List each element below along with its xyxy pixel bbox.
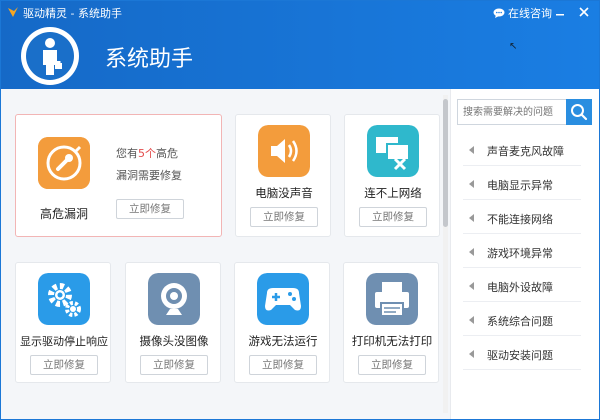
fix-now-button[interactable]: 立即修复 [249,355,317,375]
arrow-left-icon [469,282,474,290]
warn-prefix: 您有 [116,147,138,160]
system-assistant-emblem-icon [21,27,79,85]
page-title: 系统助手 [105,47,194,72]
fix-now-button[interactable]: 立即修复 [116,199,184,219]
minimize-button[interactable] [553,5,567,19]
arrow-left-icon [469,180,474,188]
printer-card: 打印机无法打印 立即修复 [343,262,439,383]
side-item-audio[interactable]: 声音麦克风故障 [463,135,581,166]
search-icon[interactable] [566,99,592,125]
card-label: 电脑没声音 [255,186,313,200]
online-consult-link[interactable]: 在线咨询 [493,5,552,21]
app-logo-icon [8,7,18,17]
card-label: 显示驱动停止响应 [20,335,108,348]
side-item-driver-install[interactable]: 驱动安装问题 [463,339,581,370]
header-banner: 驱动精灵 - 系统助手 在线咨询 系统助手 ↖ [1,1,599,89]
online-consult-label: 在线咨询 [508,7,552,20]
side-item-game-env[interactable]: 游戏环境异常 [463,237,581,268]
side-item-label: 不能连接网络 [487,213,553,226]
fix-now-button[interactable]: 立即修复 [140,355,208,375]
side-item-network[interactable]: 不能连接网络 [463,203,581,234]
search-input[interactable] [457,99,567,125]
side-item-peripheral[interactable]: 电脑外设故障 [463,271,581,302]
fix-now-button[interactable]: 立即修复 [250,207,318,227]
speaker-icon [258,125,310,177]
card-label: 游戏无法运行 [248,334,318,348]
side-item-label: 系统综合问题 [487,315,553,328]
card-label: 打印机无法打印 [351,334,433,348]
side-item-display[interactable]: 电脑显示异常 [463,169,581,200]
gear-icon [38,273,90,325]
mouse-cursor-icon: ↖ [509,41,518,52]
fix-now-button[interactable]: 立即修复 [30,355,98,375]
webcam-icon [148,273,200,325]
title-bar: 驱动精灵 - 系统助手 在线咨询 [1,1,599,23]
card-label: 摄像头没图像 [139,334,209,348]
no-network-card: 连不上网络 立即修复 [344,114,440,237]
arrow-left-icon [469,248,474,256]
gamepad-icon [257,273,309,325]
printer-icon [366,273,418,325]
repair-wrench-icon [38,137,90,189]
side-item-label: 电脑外设故障 [487,281,553,294]
arrow-left-icon [469,316,474,324]
high-risk-label: 高危漏洞 [39,207,88,221]
high-risk-vulnerability-card: 高危漏洞 您有5个高危 漏洞需要修复 立即修复 [15,114,222,237]
arrow-left-icon [469,214,474,222]
warn-line-1: 您有5个高危 [116,145,178,161]
warn-suffix: 高危 [156,147,178,160]
side-item-label: 电脑显示异常 [487,179,553,192]
side-item-label: 游戏环境异常 [487,247,553,260]
card-label: 连不上网络 [364,186,422,200]
fix-now-button[interactable]: 立即修复 [358,355,426,375]
warn-line-2: 漏洞需要修复 [116,169,182,182]
scrollbar-thumb[interactable] [443,99,448,227]
side-item-label: 驱动安装问题 [487,349,553,362]
warn-count: 5个 [138,147,156,160]
side-item-system[interactable]: 系统综合问题 [463,305,581,336]
network-icon [367,125,419,177]
chat-bubble-icon [493,8,505,18]
side-item-label: 声音麦克风故障 [487,145,564,158]
display-driver-card: 显示驱动停止响应 立即修复 [15,262,111,383]
close-button[interactable] [577,5,591,19]
fix-now-button[interactable]: 立即修复 [359,207,427,227]
app-title: 驱动精灵 - 系统助手 [23,7,122,20]
arrow-left-icon [469,350,474,358]
arrow-left-icon [469,146,474,154]
no-sound-card: 电脑没声音 立即修复 [235,114,331,237]
app-window: 驱动精灵 - 系统助手 在线咨询 系统助手 ↖ 高危漏洞 您有5个高危 漏洞需要… [0,0,600,420]
webcam-card: 摄像头没图像 立即修复 [125,262,221,383]
game-card: 游戏无法运行 立即修复 [234,262,330,383]
